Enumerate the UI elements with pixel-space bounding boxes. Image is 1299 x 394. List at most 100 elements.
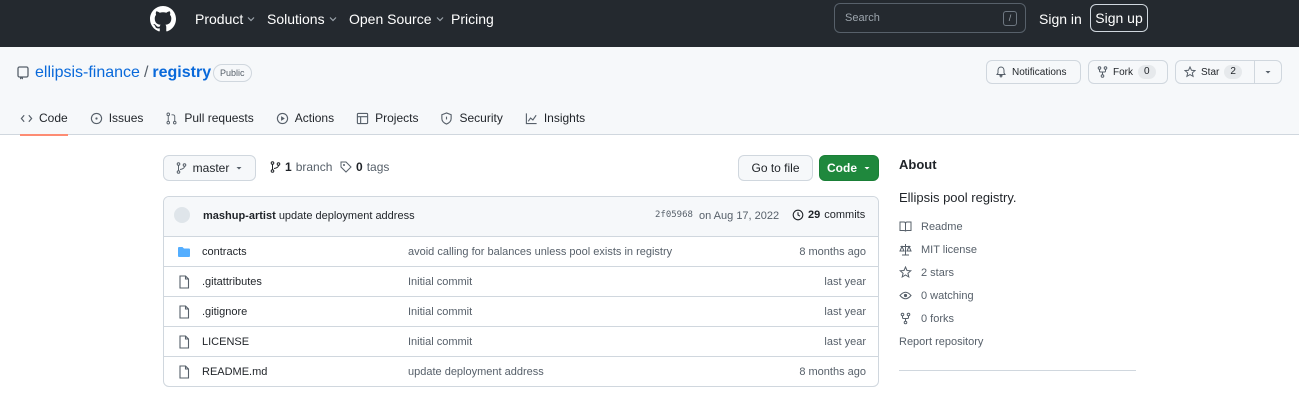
branch-count-label: branch (295, 160, 333, 174)
fork-icon (900, 312, 911, 325)
tab-projects[interactable]: Projects (356, 106, 418, 130)
file-icon (179, 335, 190, 349)
file-age: last year (824, 336, 866, 348)
forks-link[interactable]: 0 forks (899, 312, 954, 325)
file-commit-message[interactable]: Initial commit (408, 336, 472, 348)
branch-name: master (192, 161, 230, 175)
file-name[interactable]: README.md (202, 366, 267, 378)
star-dropdown-button[interactable] (1254, 60, 1282, 84)
branch-count: 1 (285, 160, 292, 174)
tab-pull-requests[interactable]: Pull requests (165, 106, 254, 130)
fork-count: 0 (1138, 65, 1156, 79)
file-row[interactable]: contracts avoid calling for balances unl… (164, 237, 878, 267)
tag-count-label: tags (366, 160, 390, 174)
graph-icon (525, 112, 537, 124)
stars-link[interactable]: 2 stars (899, 266, 954, 279)
nav-open-source[interactable]: Open Source (349, 11, 444, 27)
branch-select-button[interactable]: master (163, 155, 256, 181)
tab-security[interactable]: Security (440, 106, 503, 130)
tab-insights[interactable]: Insights (525, 106, 585, 130)
branch-icon (176, 162, 186, 174)
repo-breadcrumb: ellipsis-finance / registry (35, 64, 211, 82)
commit-author[interactable]: mashup-artist (203, 210, 276, 222)
commit-sha[interactable]: 2f05968 (655, 210, 693, 220)
search-shortcut-key: / (1003, 11, 1017, 26)
avatar[interactable] (174, 207, 190, 223)
nav-solutions[interactable]: Solutions (267, 11, 337, 27)
notifications-button[interactable]: Notifications (986, 60, 1081, 84)
file-row[interactable]: LICENSE Initial commit last year (164, 327, 878, 357)
tab-insights-label: Insights (543, 111, 586, 125)
tab-projects-label: Projects (375, 111, 419, 125)
watchers-link[interactable]: 0 watching (899, 289, 974, 302)
commit-date: on Aug 17, 2022 (699, 210, 780, 222)
about-description: Ellipsis pool registry. (899, 190, 1017, 205)
branches-link[interactable]: 1 branch (270, 160, 332, 174)
tab-code[interactable]: Code (20, 106, 68, 136)
github-logo-icon[interactable] (150, 6, 176, 32)
repo-name-link[interactable]: registry (152, 64, 211, 82)
file-icon (179, 275, 190, 289)
shield-icon (441, 111, 453, 125)
chevron-down-icon (247, 17, 255, 22)
file-name[interactable]: .gitattributes (202, 276, 262, 288)
repo-header: ellipsis-finance / registry Public Notif… (0, 47, 1299, 136)
tag-icon (340, 161, 352, 173)
file-name[interactable]: contracts (202, 246, 247, 258)
tags-link[interactable]: 0 tags (340, 160, 389, 174)
report-label: Report repository (899, 336, 984, 348)
table-icon (356, 112, 369, 124)
bell-icon (996, 66, 1006, 78)
file-commit-message[interactable]: Initial commit (408, 306, 472, 318)
star-button[interactable]: Star 2 (1175, 60, 1255, 84)
file-icon (179, 365, 190, 379)
file-age: 8 months ago (799, 366, 866, 378)
license-link[interactable]: MIT license (899, 243, 977, 256)
star-icon (899, 266, 912, 279)
about-heading: About (899, 157, 937, 172)
star-label: Star (1201, 66, 1220, 78)
file-name[interactable]: LICENSE (202, 336, 249, 348)
commit-summary: mashup-artist update deployment address (203, 210, 415, 222)
watching-label: 0 watching (921, 289, 974, 302)
file-row[interactable]: .gitignore Initial commit last year (164, 297, 878, 327)
code-button-label: Code (827, 161, 857, 175)
commit-message[interactable]: update deployment address (279, 210, 415, 222)
license-label: MIT license (921, 243, 978, 256)
readme-link[interactable]: Readme (899, 220, 963, 233)
repo-tabs: Code Issues Pull requests Actions Projec… (20, 106, 607, 136)
go-to-file-button[interactable]: Go to file (738, 155, 813, 181)
nav-pricing[interactable]: Pricing (451, 11, 494, 27)
file-browser: mashup-artist update deployment address … (163, 196, 879, 387)
triangle-down-icon (236, 167, 242, 170)
triangle-down-icon (1265, 71, 1271, 74)
forks-label: 0 forks (921, 312, 955, 325)
global-header: Product Solutions Open Source Pricing Se… (0, 0, 1299, 47)
fork-icon (1097, 66, 1108, 78)
nav-product[interactable]: Product (195, 11, 255, 27)
fork-label: Fork (1113, 66, 1133, 78)
chevron-down-icon (329, 17, 337, 22)
file-row[interactable]: .gitattributes Initial commit last year (164, 267, 878, 297)
search-input[interactable]: Search / (834, 3, 1026, 33)
sign-in-link[interactable]: Sign in (1039, 11, 1082, 27)
report-repository-link[interactable]: Report repository (899, 336, 983, 348)
repo-owner-link[interactable]: ellipsis-finance (35, 64, 140, 82)
fork-button[interactable]: Fork 0 (1088, 60, 1168, 84)
nav-solutions-label: Solutions (267, 11, 325, 27)
sign-up-button[interactable]: Sign up (1090, 4, 1148, 32)
tab-issues[interactable]: Issues (90, 106, 143, 130)
tab-actions[interactable]: Actions (276, 106, 334, 130)
file-commit-message[interactable]: update deployment address (408, 366, 544, 378)
chevron-down-icon (436, 17, 443, 22)
play-icon (276, 112, 288, 124)
file-commit-message[interactable]: avoid calling for balances unless pool e… (408, 246, 672, 258)
folder-icon (178, 247, 190, 257)
file-commit-message[interactable]: Initial commit (408, 276, 472, 288)
file-row[interactable]: README.md update deployment address 8 mo… (164, 357, 878, 386)
commits-link[interactable]: 29 commits (792, 209, 865, 221)
star-icon (1184, 66, 1196, 78)
branch-icon (270, 161, 281, 173)
code-dropdown-button[interactable]: Code (819, 155, 879, 181)
file-name[interactable]: .gitignore (202, 306, 247, 318)
